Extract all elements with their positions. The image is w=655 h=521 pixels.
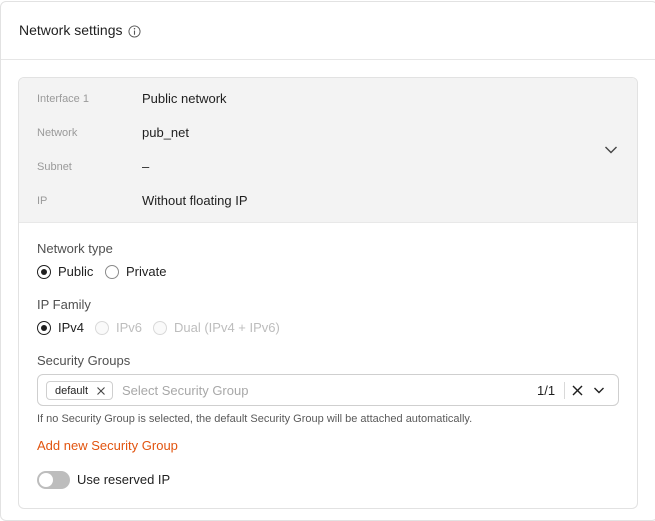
radio-private-indicator[interactable] [105,264,119,279]
ip-label: IP [37,195,48,207]
security-group-tag-label: default [55,384,89,397]
info-icon[interactable] [128,25,141,38]
reserved-ip-label: Use reserved IP [77,472,171,487]
radio-private[interactable]: Private [105,264,166,279]
subnet-label: Subnet [37,161,72,173]
chevron-down-icon[interactable] [593,386,605,395]
radio-dual-indicator[interactable] [153,320,167,335]
security-group-helper-text: If no Security Group is selected, the de… [37,413,473,425]
radio-ipv4-label: IPv4 [58,320,85,335]
radio-ipv4-indicator[interactable] [37,320,51,335]
ip-value: Without floating IP [142,193,248,208]
ip-family-label: IP Family [37,297,91,312]
subnet-value: – [142,159,150,174]
radio-dual-label: Dual (IPv4 + IPv6) [174,320,280,335]
add-security-group-link[interactable]: Add new Security Group [37,438,178,453]
radio-private-label: Private [126,264,167,279]
panel-title: Network settings [19,22,123,38]
radio-ipv6[interactable]: IPv6 [95,320,142,335]
toggle-knob [39,473,53,487]
radio-ipv6-indicator[interactable] [95,320,109,335]
network-label: Network [37,127,78,139]
remove-tag-icon[interactable] [96,386,106,396]
security-group-tag[interactable]: default [46,381,114,400]
panel-header: Network settings [1,2,655,60]
radio-ipv6-label: IPv6 [116,320,143,335]
interface-card: Interface 1 Public network Network pub_n… [18,77,638,509]
selection-count: 1/1 [537,383,556,398]
network-type-label: Network type [37,241,113,256]
network-value: pub_net [142,125,189,140]
security-group-select[interactable]: default Select Security Group 1/1 [37,374,619,406]
select-divider [564,382,565,399]
interface-value: Public network [142,91,227,106]
radio-ipv4[interactable]: IPv4 [37,320,84,335]
security-group-placeholder[interactable]: Select Security Group [122,383,248,398]
interface-label: Interface 1 [37,93,89,105]
interface-summary[interactable]: Interface 1 Public network Network pub_n… [19,78,637,223]
security-groups-label: Security Groups [37,353,131,368]
radio-public[interactable]: Public [37,264,93,279]
radio-public-label: Public [58,264,94,279]
radio-public-indicator[interactable] [37,264,51,279]
reserved-ip-toggle[interactable] [37,471,70,489]
radio-dual[interactable]: Dual (IPv4 + IPv6) [153,320,280,335]
chevron-down-icon[interactable] [604,145,618,155]
clear-selection-icon[interactable] [572,385,583,396]
